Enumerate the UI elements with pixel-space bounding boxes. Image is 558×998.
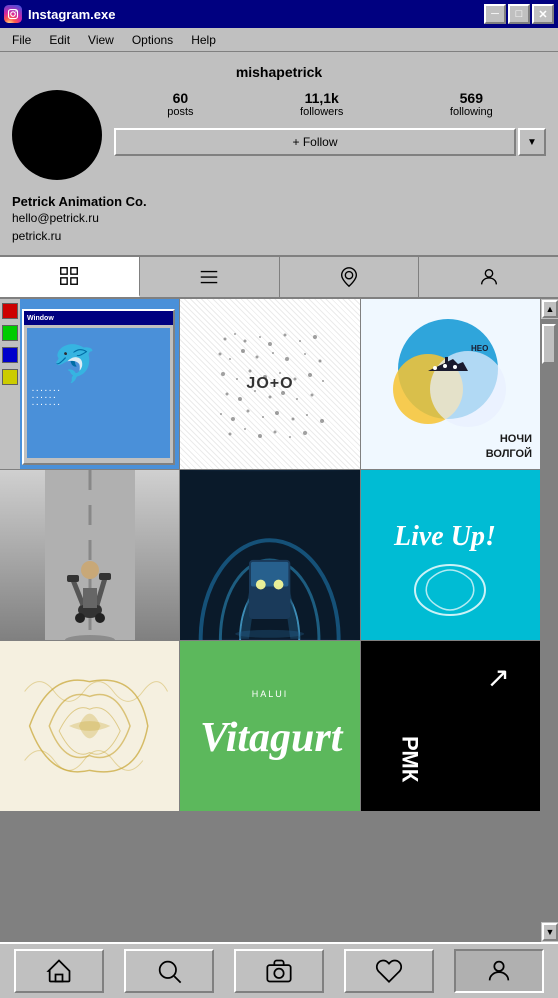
profile-info: 60 posts 11,1k followers 569 following +… (12, 90, 546, 180)
taskbar-profile-button[interactable] (454, 949, 544, 993)
minimize-button[interactable]: ─ (484, 4, 506, 24)
person-icon (478, 266, 500, 288)
organic-svg (0, 641, 179, 811)
cursor-arrow-icon: ↗ (487, 661, 510, 694)
grid-post-1[interactable]: Window 🐬 · · · · · · ·· · · · · ·· · · ·… (0, 299, 179, 469)
taskbar-search-button[interactable] (124, 949, 214, 993)
cell9-content: ↗ ПЛО РМК (361, 641, 540, 811)
svg-text:НЕО: НЕО (471, 344, 488, 353)
menu-bar: File Edit View Options Help (0, 28, 558, 52)
nochi-text: НОЧИВОЛГОЙ (486, 432, 532, 461)
instagram-icon (4, 5, 22, 23)
grid-post-4[interactable] (0, 470, 179, 640)
follow-button[interactable]: + Follow (114, 128, 516, 156)
taskbar-home-button[interactable] (14, 949, 104, 993)
close-button[interactable]: ✕ (532, 4, 554, 24)
bio-section: Petrick Animation Co. hello@petrick.ru p… (0, 188, 558, 255)
username: mishapetrick (12, 64, 546, 80)
scroll-track[interactable] (541, 319, 558, 922)
tab-grid[interactable] (0, 257, 140, 297)
follow-row: + Follow ▼ (114, 128, 546, 156)
grid-icon (58, 265, 80, 287)
grid-post-9[interactable]: ↗ ПЛО РМК (361, 641, 540, 811)
cell2-content: JO+O (180, 299, 359, 469)
svg-text:Live Up!: Live Up! (393, 521, 496, 552)
tabs-row (0, 255, 558, 299)
side-icon-red (2, 303, 18, 319)
list-icon (198, 266, 220, 288)
vertical-scrollbar: ▲ ▼ (540, 299, 558, 942)
cell3-content: НЕО НОЧИВОЛГОЙ (361, 299, 540, 469)
cell5-content (180, 470, 359, 640)
liveup-svg: Live Up! (361, 470, 540, 640)
post-grid: Window 🐬 · · · · · · ·· · · · · ·· · · ·… (0, 299, 540, 942)
metro-svg (180, 470, 359, 640)
scroll-thumb[interactable] (542, 324, 556, 364)
taskbar-camera-button[interactable] (234, 949, 324, 993)
main-content: mishapetrick 60 posts 11,1k followers 56… (0, 52, 558, 942)
menu-edit[interactable]: Edit (41, 31, 78, 49)
follow-dropdown-button[interactable]: ▼ (518, 128, 546, 156)
followers-count: 11,1k (300, 90, 343, 106)
taskbar-heart-button[interactable] (344, 949, 434, 993)
menu-view[interactable]: View (80, 31, 122, 49)
scroll-up-button[interactable]: ▲ (542, 300, 558, 318)
vitagurt-sub: HALUI (252, 689, 289, 699)
menu-help[interactable]: Help (183, 31, 224, 49)
bio-email[interactable]: hello@petrick.ru (12, 209, 546, 227)
svg-text:РМК: РМК (400, 736, 423, 783)
camera-icon (265, 957, 293, 985)
window-title: Instagram.exe (28, 7, 478, 22)
bottom-taskbar (0, 942, 558, 998)
stats-and-button: 60 posts 11,1k followers 569 following +… (114, 90, 546, 156)
grid-post-8[interactable]: HALUI Vitagurt (180, 641, 359, 811)
menu-options[interactable]: Options (124, 31, 181, 49)
window-controls: ─ □ ✕ (484, 4, 554, 24)
title-bar: Instagram.exe ─ □ ✕ (0, 0, 558, 28)
joho-logo: JO+O (246, 375, 293, 393)
tab-tagged[interactable] (419, 257, 558, 297)
cell7-content (0, 641, 179, 811)
maximize-button[interactable]: □ (508, 4, 530, 24)
grid-wrapper: Window 🐬 · · · · · · ·· · · · · ·· · · ·… (0, 299, 558, 942)
posts-count: 60 (167, 90, 193, 106)
profile-section: mishapetrick 60 posts 11,1k followers 56… (0, 52, 558, 188)
home-icon (45, 957, 73, 985)
stats-row: 60 posts 11,1k followers 569 following (114, 90, 546, 118)
stat-following: 569 following (450, 90, 493, 118)
grid-post-2[interactable]: JO+O (180, 299, 359, 469)
pio-svg: ПЛО РМК (400, 646, 500, 806)
stat-posts: 60 posts (167, 90, 193, 118)
vitagurt-logo-svg: Vitagurt (195, 703, 345, 763)
posts-label: posts (167, 106, 193, 118)
profile-icon (485, 957, 513, 985)
bio-website[interactable]: petrick.ru (12, 227, 546, 245)
tab-list[interactable] (140, 257, 280, 297)
stat-followers: 11,1k followers (300, 90, 343, 118)
side-icon-yellow (2, 369, 18, 385)
followers-label: followers (300, 106, 343, 118)
location-icon (338, 266, 360, 288)
grid-post-7[interactable] (0, 641, 179, 811)
avatar (12, 90, 102, 180)
following-label: following (450, 106, 493, 118)
tab-location[interactable] (280, 257, 420, 297)
search-icon (155, 957, 183, 985)
scroll-down-button[interactable]: ▼ (542, 923, 558, 941)
side-icon-green (2, 325, 18, 341)
cell6-content: Live Up! (361, 470, 540, 640)
svg-text:Vitagurt: Vitagurt (200, 715, 344, 761)
following-count: 569 (450, 90, 493, 106)
side-icon-blue (2, 347, 18, 363)
grid-post-6[interactable]: Live Up! (361, 470, 540, 640)
grid-post-3[interactable]: НЕО НОЧИВОЛГОЙ (361, 299, 540, 469)
bio-name: Petrick Animation Co. (12, 194, 546, 209)
menu-file[interactable]: File (4, 31, 39, 49)
grid-post-5[interactable] (180, 470, 359, 640)
skateboard-svg (45, 470, 135, 640)
cell4-content (0, 470, 179, 640)
cell8-content: HALUI Vitagurt (180, 641, 359, 811)
heart-icon (375, 957, 403, 985)
